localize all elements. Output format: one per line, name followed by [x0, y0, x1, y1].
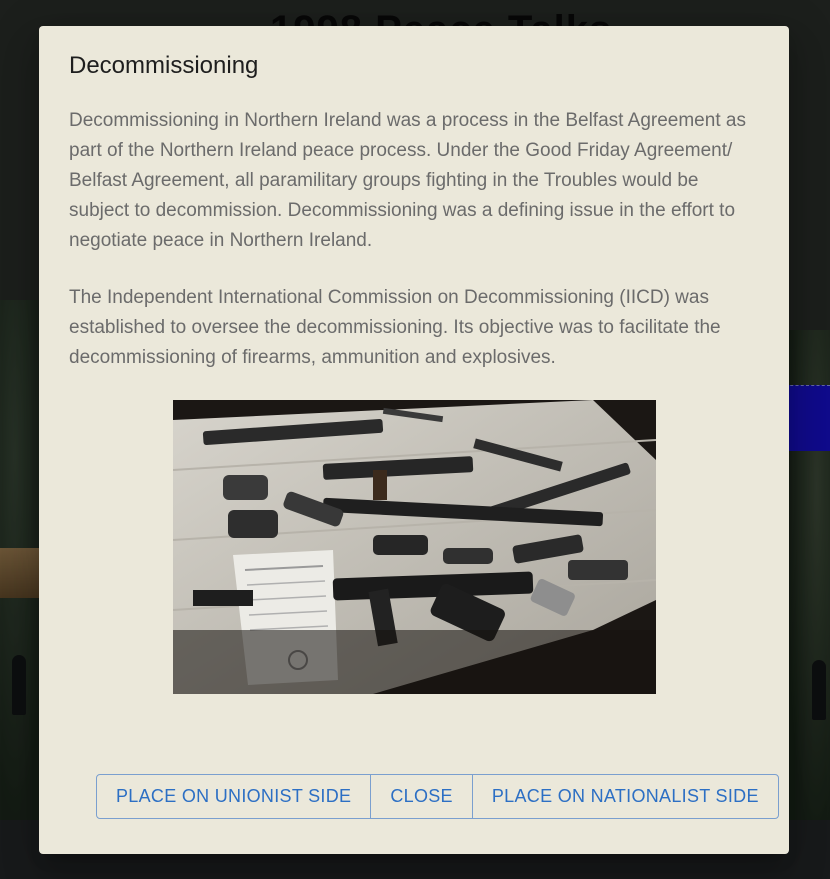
dialog-paragraph-2: The Independent International Commission… — [69, 287, 721, 368]
dialog-body: Decommissioning in Northern Ireland was … — [69, 106, 759, 400]
place-nationalist-button[interactable]: PLACE ON NATIONALIST SIDE — [471, 775, 778, 818]
dialog-title: Decommissioning — [69, 52, 259, 79]
dialog-actions: PLACE ON UNIONIST SIDE CLOSE PLACE ON NA… — [96, 774, 779, 819]
decommissioned-firearms-image — [173, 400, 656, 694]
place-unionist-button[interactable]: PLACE ON UNIONIST SIDE — [97, 775, 370, 818]
dialog-paragraph-1: Decommissioning in Northern Ireland was … — [69, 110, 746, 251]
decommissioning-dialog: Decommissioning Decommissioning in North… — [39, 26, 789, 854]
close-button[interactable]: CLOSE — [370, 775, 472, 818]
